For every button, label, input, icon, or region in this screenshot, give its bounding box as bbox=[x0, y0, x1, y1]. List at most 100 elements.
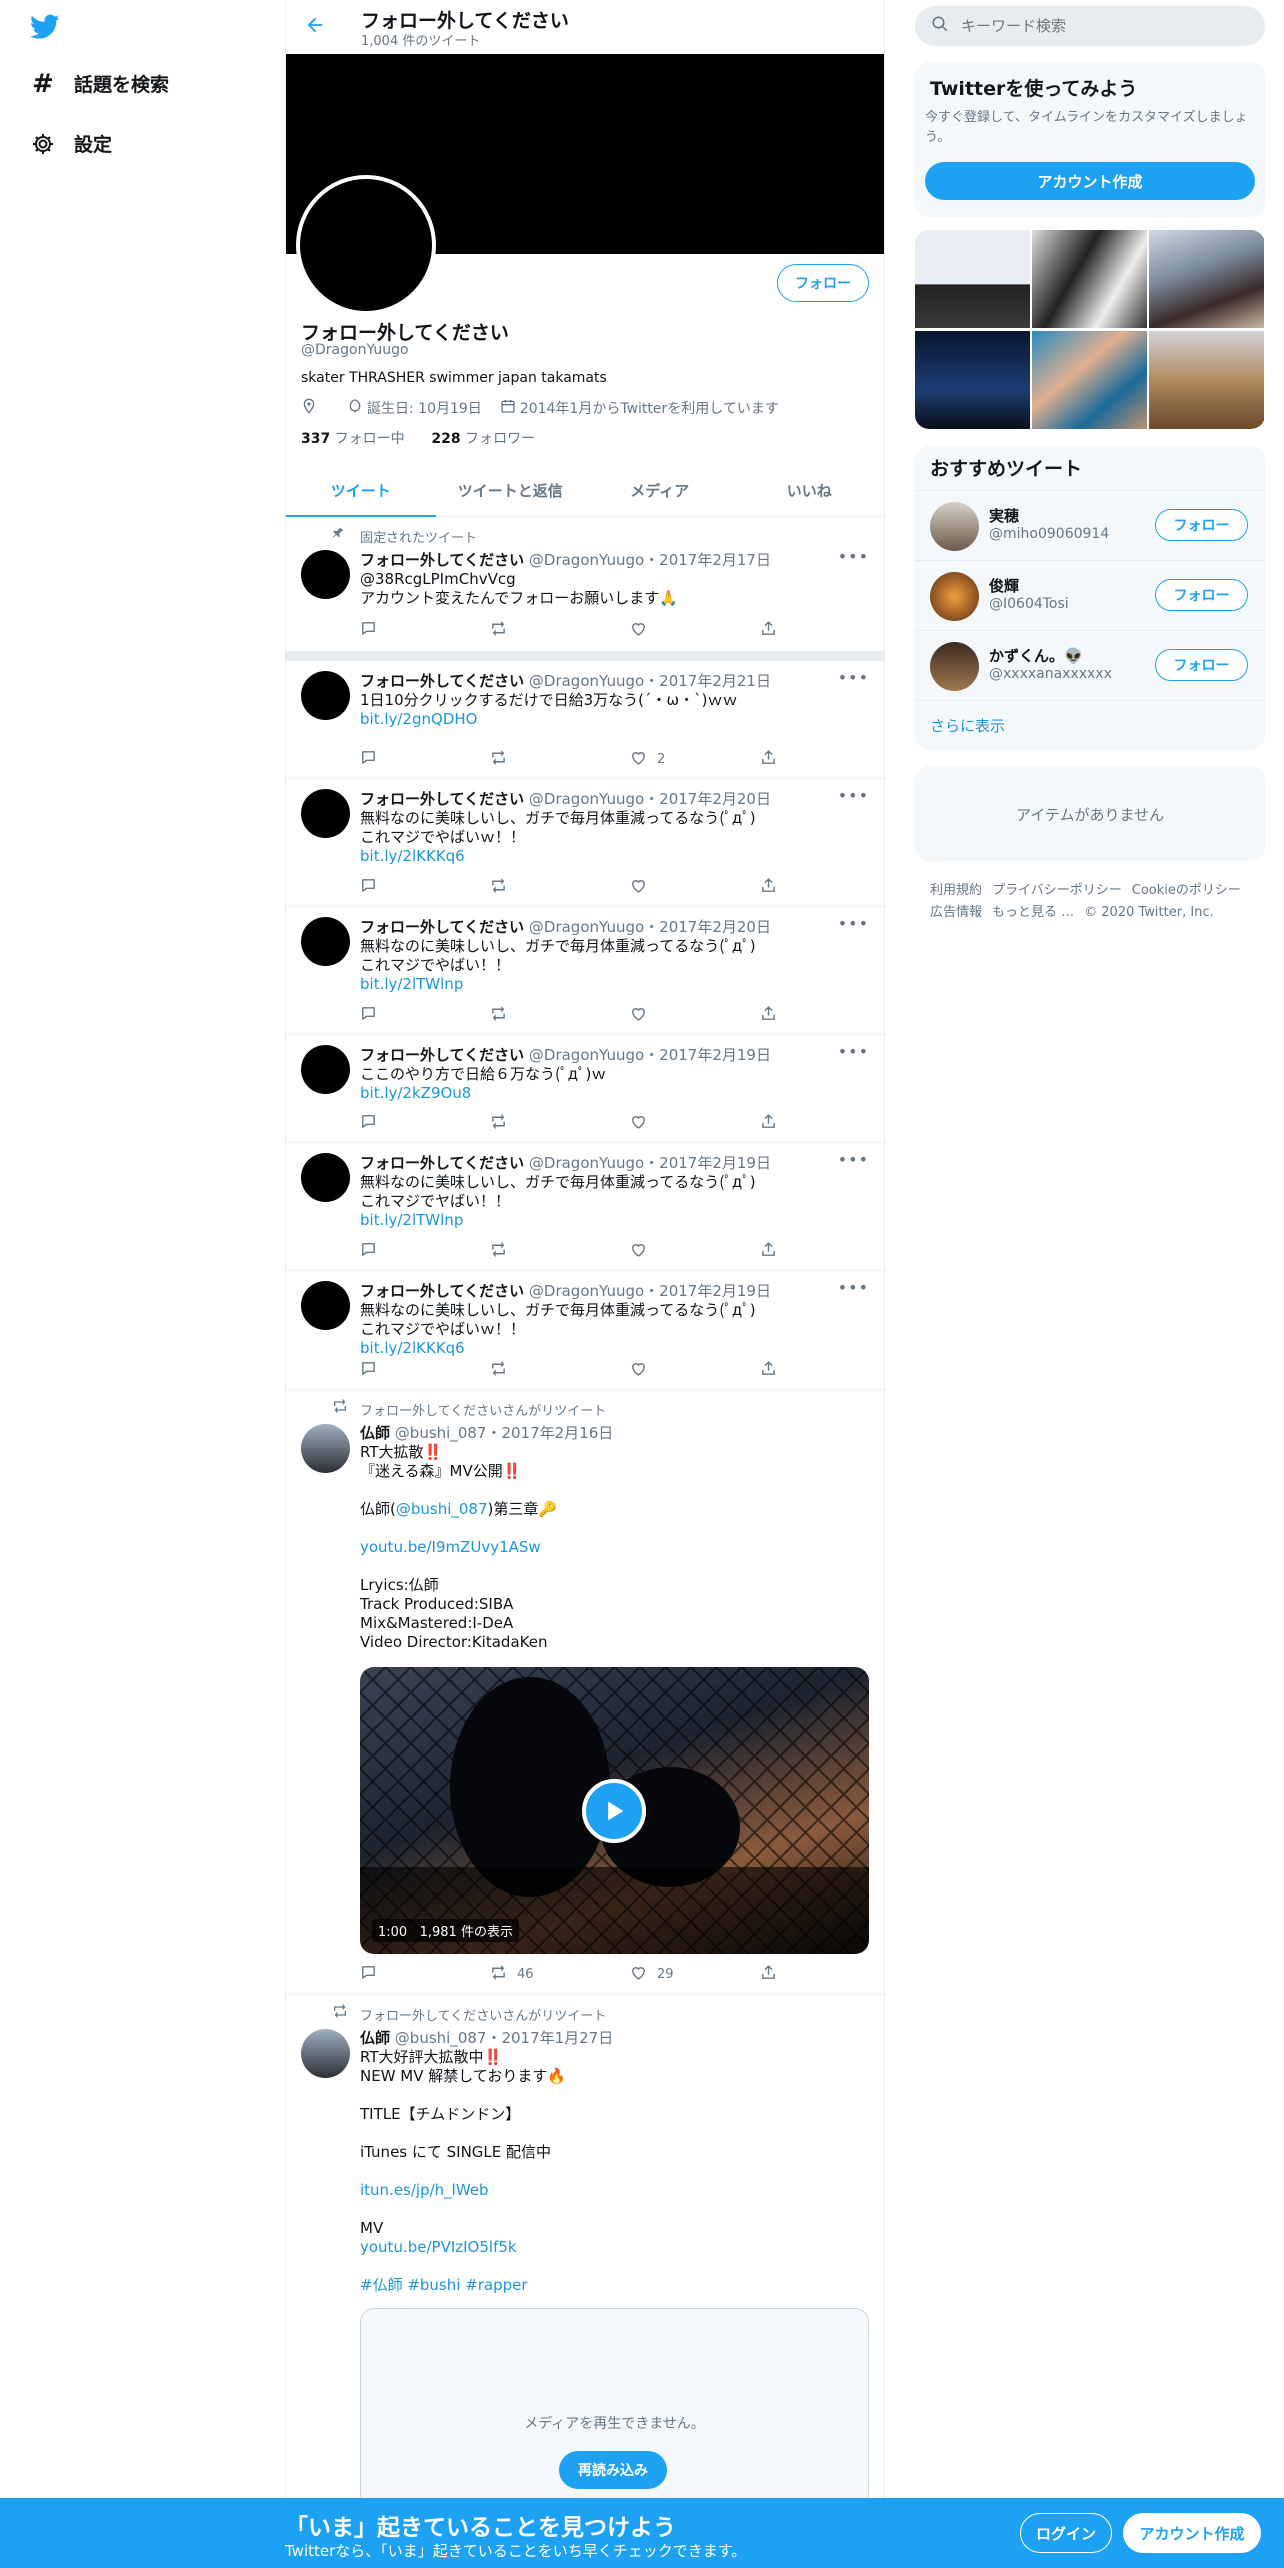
reply-button[interactable] bbox=[360, 1005, 387, 1026]
tweet-author-name[interactable]: フォロー外してください bbox=[360, 1154, 524, 1172]
tweet-url-link[interactable]: bit.ly/2lTWlnp bbox=[360, 1211, 463, 1229]
follow-button[interactable]: フォロー bbox=[1155, 649, 1248, 681]
tweet-author-name[interactable]: フォロー外してください bbox=[360, 1282, 524, 1300]
footer-privacy[interactable]: プライバシーポリシー bbox=[992, 883, 1122, 898]
retweet-context[interactable]: フォロー外してくださいさんがリツイート bbox=[360, 1400, 606, 1419]
media-thumbnail[interactable] bbox=[1149, 331, 1264, 429]
back-arrow-icon[interactable] bbox=[304, 14, 326, 42]
share-button[interactable] bbox=[760, 1005, 777, 1026]
tweet-author-name[interactable]: フォロー外してください bbox=[360, 672, 524, 690]
follow-button[interactable]: フォロー bbox=[777, 264, 869, 302]
tweet-retweet-1[interactable]: フォロー外してくださいさんがリツイート 仏師 @bushi_087・2017年2… bbox=[286, 1390, 884, 1995]
media-thumbnail[interactable] bbox=[1032, 331, 1147, 429]
tweet-date[interactable]: ・2017年2月19日 bbox=[644, 1046, 771, 1064]
tweet-date[interactable]: ・2017年2月20日 bbox=[644, 790, 771, 808]
tweet-date[interactable]: ・2017年2月19日 bbox=[644, 1282, 771, 1300]
recommended-user-name[interactable]: 俊輝 bbox=[989, 575, 1019, 596]
tweet-author-handle[interactable]: @DragonYuugo bbox=[529, 672, 644, 690]
tweet-date[interactable]: ・2017年2月16日 bbox=[486, 1424, 613, 1442]
reply-button[interactable] bbox=[360, 620, 387, 641]
follow-button[interactable]: フォロー bbox=[1155, 509, 1248, 541]
retweet-button[interactable] bbox=[490, 1113, 517, 1134]
play-button[interactable] bbox=[582, 1779, 646, 1843]
retweet-context[interactable]: フォロー外してくださいさんがリツイート bbox=[360, 2005, 606, 2024]
tab-media[interactable]: メディア bbox=[585, 465, 735, 516]
media-thumbnail[interactable] bbox=[1149, 230, 1264, 328]
footer-ads[interactable]: 広告情報 bbox=[930, 905, 982, 920]
footer-cookies[interactable]: Cookieのポリシー bbox=[1132, 883, 1241, 898]
reply-button[interactable] bbox=[360, 1113, 387, 1134]
tweet[interactable]: フォロー外してください @DragonYuugo・2017年2月21日 ••• 1日… bbox=[286, 661, 884, 779]
follow-button[interactable]: フォロー bbox=[1155, 579, 1248, 611]
tweet-avatar[interactable] bbox=[301, 1424, 350, 1473]
footer-more[interactable]: もっと見る … bbox=[992, 905, 1074, 920]
tweet-author-handle[interactable]: @DragonYuugo bbox=[529, 1046, 644, 1064]
signup-button[interactable]: アカウント作成 bbox=[925, 162, 1255, 200]
recommended-user-handle[interactable]: @I0604Tosi bbox=[989, 596, 1069, 612]
mention-link[interactable]: @bushi_087 bbox=[396, 1500, 488, 1518]
recommended-user-handle[interactable]: @miho09060914 bbox=[989, 526, 1109, 542]
tweet-url-link[interactable]: bit.ly/2lKKKq6 bbox=[360, 1339, 465, 1357]
video-player[interactable]: 1:00 1,981 件の表示 bbox=[360, 1667, 869, 1954]
tweet-author-handle[interactable]: @bushi_087 bbox=[395, 1424, 487, 1442]
more-options-icon[interactable]: ••• bbox=[838, 1150, 869, 1169]
followers-link[interactable]: 228 フォロワー bbox=[431, 431, 535, 447]
tweet-author-name[interactable]: フォロー外してください bbox=[360, 918, 524, 936]
tweet[interactable]: フォロー外してください @DragonYuugo・2017年2月19日 ••• 無料… bbox=[286, 1271, 884, 1390]
tweet-date[interactable]: ・2017年2月20日 bbox=[644, 918, 771, 936]
tweet-author-name[interactable]: フォロー外してください bbox=[360, 551, 524, 569]
youtube-link[interactable]: youtu.be/PVIzIO5lf5k bbox=[360, 2238, 517, 2256]
media-thumbnail[interactable] bbox=[915, 331, 1030, 429]
tweet[interactable]: フォロー外してください @DragonYuugo・2017年2月19日 ••• 無料… bbox=[286, 1143, 884, 1271]
tweet-author-handle[interactable]: @DragonYuugo bbox=[529, 1282, 644, 1300]
tweet-date[interactable]: ・2017年2月21日 bbox=[644, 672, 771, 690]
tweet-author-name[interactable]: 仏師 bbox=[360, 1424, 390, 1442]
share-button[interactable] bbox=[760, 1360, 777, 1381]
recommended-user[interactable]: 俊輝 @I0604Tosi フォロー bbox=[915, 560, 1265, 630]
tweet-author-handle[interactable]: @bushi_087 bbox=[395, 2029, 487, 2047]
tweet-url-link[interactable]: bit.ly/2lKKKq6 bbox=[360, 847, 465, 865]
like-button[interactable] bbox=[630, 1005, 657, 1026]
tweet-date[interactable]: ・2017年2月19日 bbox=[644, 1154, 771, 1172]
tweet-date[interactable]: ・2017年2月17日 bbox=[644, 551, 771, 569]
tweet-avatar[interactable] bbox=[301, 789, 350, 838]
tweet[interactable]: フォロー外してください @DragonYuugo・2017年2月20日 ••• 無料… bbox=[286, 907, 884, 1035]
footer-terms[interactable]: 利用規約 bbox=[930, 883, 982, 898]
like-button[interactable] bbox=[630, 620, 657, 641]
show-more-link[interactable]: さらに表示 bbox=[930, 717, 1005, 735]
share-button[interactable] bbox=[760, 620, 777, 641]
more-options-icon[interactable]: ••• bbox=[838, 668, 869, 687]
tweet-author-name[interactable]: フォロー外してください bbox=[360, 1046, 524, 1064]
tweet-date[interactable]: ・2017年1月27日 bbox=[486, 2029, 613, 2047]
avatar[interactable] bbox=[930, 502, 979, 551]
tweet-avatar[interactable] bbox=[301, 671, 350, 720]
tweet-author-handle[interactable]: @DragonYuugo bbox=[529, 551, 644, 569]
recommended-user-name[interactable]: かずくん。👽 bbox=[989, 645, 1083, 666]
retweet-button[interactable] bbox=[490, 1241, 517, 1262]
tweet-url-link[interactable]: bit.ly/2gnQDHO bbox=[360, 710, 477, 728]
avatar[interactable] bbox=[930, 642, 979, 691]
reply-button[interactable] bbox=[360, 1360, 387, 1381]
more-options-icon[interactable]: ••• bbox=[838, 1042, 869, 1061]
share-button[interactable] bbox=[760, 1964, 777, 1985]
like-button[interactable]: 2 bbox=[630, 749, 665, 770]
tweet-url-link[interactable]: bit.ly/2lTWlnp bbox=[360, 975, 463, 993]
retweet-button[interactable] bbox=[490, 877, 517, 898]
tweet[interactable]: フォロー外してください @DragonYuugo・2017年2月20日 ••• 無料… bbox=[286, 779, 884, 907]
hashtag-links[interactable]: #仏師 #bushi #rapper bbox=[360, 2276, 528, 2294]
share-button[interactable] bbox=[760, 1113, 777, 1134]
retweet-button[interactable] bbox=[490, 620, 517, 641]
like-button[interactable] bbox=[630, 1241, 657, 1262]
reload-button[interactable]: 再読み込み bbox=[559, 2451, 667, 2489]
tweet-avatar[interactable] bbox=[301, 550, 350, 599]
share-button[interactable] bbox=[760, 877, 777, 898]
recommended-user-handle[interactable]: @xxxxanaxxxxxx bbox=[989, 666, 1112, 682]
tweet-author-handle[interactable]: @DragonYuugo bbox=[529, 1154, 644, 1172]
tweet-author-name[interactable]: フォロー外してください bbox=[360, 790, 524, 808]
tab-tweets[interactable]: ツイート bbox=[286, 465, 436, 517]
reply-button[interactable] bbox=[360, 1241, 387, 1262]
retweet-button[interactable] bbox=[490, 1360, 517, 1381]
signup-button[interactable]: アカウント作成 bbox=[1123, 2513, 1261, 2553]
reply-button[interactable] bbox=[360, 877, 387, 898]
share-button[interactable] bbox=[760, 749, 777, 770]
